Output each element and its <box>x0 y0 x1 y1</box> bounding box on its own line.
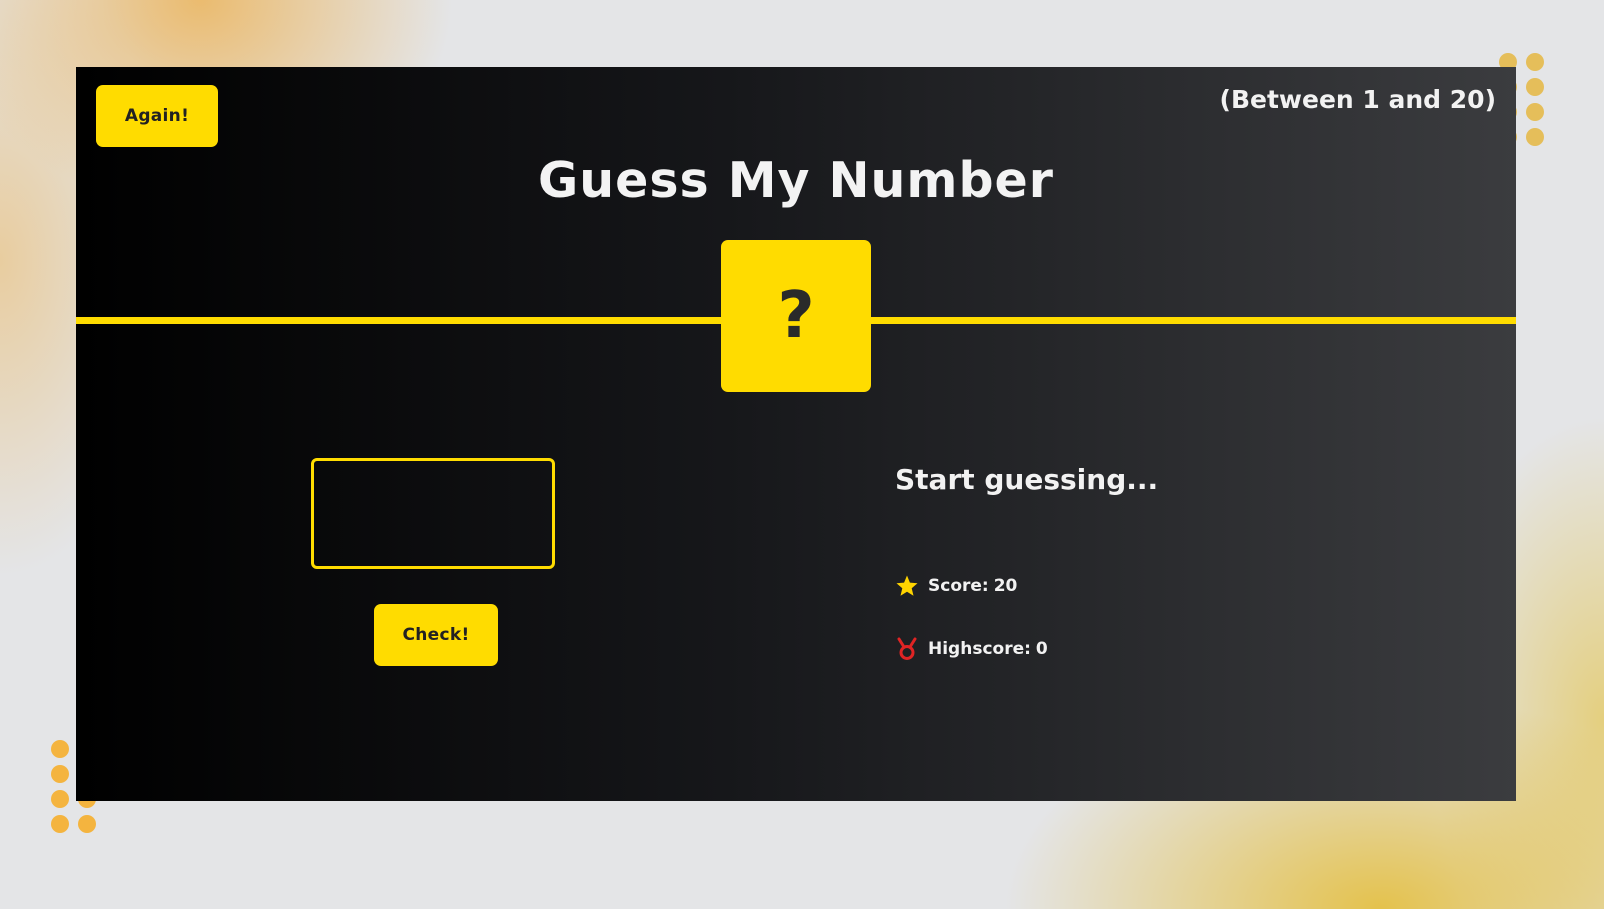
highscore-value: 0 <box>1035 639 1048 659</box>
star-icon <box>895 574 919 598</box>
page-title: Guess My Number <box>538 152 1054 209</box>
secret-number-box: ? <box>721 240 871 392</box>
guess-input[interactable] <box>311 458 555 569</box>
medal-icon <box>895 637 919 661</box>
status-message: Start guessing... <box>895 463 1159 496</box>
check-button[interactable]: Check! <box>374 604 498 666</box>
highscore-label: Highscore: <box>928 639 1031 659</box>
highscore-row: Highscore: 0 <box>895 637 1048 661</box>
again-button[interactable]: Again! <box>96 85 218 147</box>
game-panel: Again! (Between 1 and 20) Guess My Numbe… <box>76 67 1516 801</box>
score-label: Score: <box>928 576 989 596</box>
score-value: 20 <box>993 576 1018 596</box>
score-row: Score: 20 <box>895 574 1017 598</box>
range-hint: (Between 1 and 20) <box>1219 85 1496 114</box>
